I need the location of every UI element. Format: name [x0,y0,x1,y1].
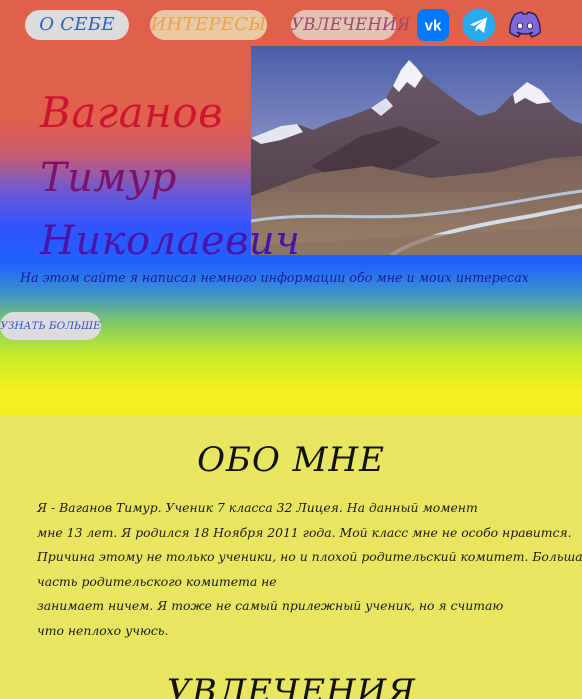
about-text-line: занимает ничем. Я тоже не самый прилежны… [37,598,504,614]
discord-icon [509,11,541,38]
svg-text:vk: vk [425,18,442,35]
about-text-line: Причина этому не только ученики, но и пл… [37,549,582,565]
about-text-line: часть родительского комитета не [37,573,277,589]
about-title: ОБО МНЕ [197,440,385,480]
about-text: Я - Ваганов Тимур. Ученик 7 класса 32 Ли… [37,496,582,644]
nav-interests-button[interactable]: ИНТЕРЕСЫ [150,10,267,40]
name-third: Николаевич [40,218,301,264]
telegram-link[interactable] [462,8,496,42]
hobbies-title: УВЛЕЧЕНИЯ [166,672,416,699]
nav-hobbies-button[interactable]: УВЛЕЧЕНИЯ [291,10,410,40]
learn-more-button[interactable]: УЗНАТЬ БОЛЬШЕ [0,312,101,340]
about-section: ОБО МНЕ Я - Ваганов Тимур. Ученик 7 клас… [0,416,582,699]
hero-tagline: На этом сайте я написал немного информац… [20,270,529,285]
telegram-icon [462,8,496,42]
name-second: Тимур [40,155,177,201]
nav-about-button[interactable]: О СЕБЕ [25,10,129,40]
about-text-line: мне 13 лет. Я родился 18 Ноября 2011 год… [37,524,572,540]
vk-icon: vk [417,9,449,41]
discord-link[interactable] [508,8,542,42]
about-text-line: Я - Ваганов Тимур. Ученик 7 класса 32 Ли… [37,500,478,515]
hero-section: О СЕБЕ ИНТЕРЕСЫ УВЛЕЧЕНИЯ vk Ваганов Тим… [0,0,582,416]
page: О СЕБЕ ИНТЕРЕСЫ УВЛЕЧЕНИЯ vk Ваганов Тим… [0,0,582,699]
name-first: Ваганов [40,88,224,137]
about-text-line: что неплохо учюсь. [37,622,169,638]
vk-link[interactable]: vk [416,8,450,42]
